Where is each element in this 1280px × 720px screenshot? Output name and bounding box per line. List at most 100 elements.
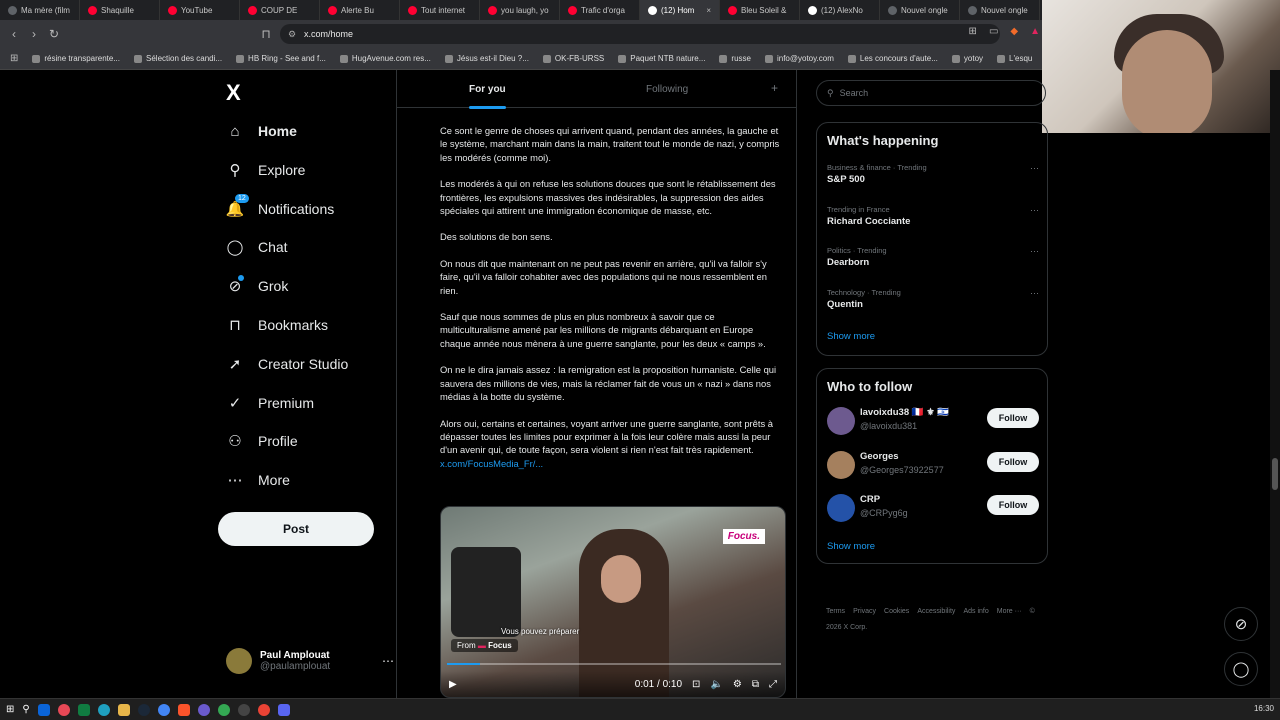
bookmark-item[interactable]: Jésus est-il Dieu ?... xyxy=(444,54,529,63)
messages-fab[interactable]: ◯ xyxy=(1224,652,1258,686)
trend-item[interactable]: Politics · Trending Dearborn ⋯ xyxy=(827,246,1039,268)
browser-tab[interactable]: Bleu Soleil & xyxy=(720,0,800,20)
x-logo-icon[interactable]: X xyxy=(226,80,241,106)
browser-tab[interactable]: (12) AlexNo xyxy=(800,0,880,20)
steam-icon[interactable] xyxy=(137,703,150,716)
follow-button[interactable]: Follow xyxy=(987,451,1039,472)
trend-more-icon[interactable]: ⋯ xyxy=(1030,246,1039,257)
chrome3-icon[interactable] xyxy=(257,703,270,716)
tab-following[interactable]: Following xyxy=(646,84,688,95)
follow-suggestion[interactable]: CRP @CRPyg6g Follow xyxy=(827,492,1039,524)
brave-shield-icon[interactable]: ◆ xyxy=(1010,26,1018,37)
trend-item[interactable]: Trending in France Richard Cocciante ⋯ xyxy=(827,205,1039,227)
follow-suggestion[interactable]: Georges @Georges73922577 Follow xyxy=(827,449,1039,481)
back-icon[interactable]: ‹ xyxy=(4,27,24,41)
site-info-icon[interactable]: ⚙ xyxy=(288,29,296,40)
nav-item-bookmarks[interactable]: ⊓ Bookmarks xyxy=(226,316,328,334)
settings-icon[interactable]: ⚙ xyxy=(733,679,742,690)
follow-show-more[interactable]: Show more xyxy=(827,541,875,552)
follow-name[interactable]: CRP xyxy=(860,494,880,505)
address-bar[interactable]: ⚙ x.com/home xyxy=(280,24,1000,44)
browser-tab[interactable]: Tout internet xyxy=(400,0,480,20)
play-icon[interactable]: ▶ xyxy=(449,679,457,690)
video-progress-bar[interactable] xyxy=(447,663,781,665)
reload-icon[interactable]: ↻ xyxy=(44,27,64,41)
search-input[interactable]: ⚲ Search xyxy=(816,80,1046,106)
app3-icon[interactable] xyxy=(237,703,250,716)
excel-icon[interactable] xyxy=(77,703,90,716)
bookmark-item[interactable]: info@yotoy.com xyxy=(764,54,834,63)
bookmark-item[interactable]: Sélection des candi... xyxy=(134,54,222,63)
footer-link[interactable]: Accessibility xyxy=(917,608,955,615)
browser-tab[interactable]: (12) Hom × xyxy=(640,0,720,20)
fullscreen-icon[interactable]: ⤢ xyxy=(769,679,777,690)
nav-item-explore[interactable]: ⚲ Explore xyxy=(226,161,306,179)
chrome2-icon[interactable] xyxy=(217,703,230,716)
follow-name[interactable]: Georges xyxy=(860,451,899,462)
browser-tab[interactable]: Ma mère (film xyxy=(0,0,80,20)
footer-link[interactable]: Terms xyxy=(826,608,845,615)
follow-suggestion[interactable]: lavoixdu38 🇫🇷 ⚜ 🇮🇱 @lavoixdu381 Follow xyxy=(827,405,1039,437)
add-tab-icon[interactable]: + xyxy=(771,81,778,95)
nav-item-creator-studio[interactable]: ➚ Creator Studio xyxy=(226,355,349,373)
follow-button[interactable]: Follow xyxy=(987,408,1039,428)
forward-icon[interactable]: › xyxy=(24,27,44,41)
app-icon[interactable] xyxy=(57,703,70,716)
trend-more-icon[interactable]: ⋯ xyxy=(1030,205,1039,216)
edge-icon[interactable] xyxy=(97,703,110,716)
scrollbar[interactable] xyxy=(1270,70,1280,698)
scrollbar-thumb[interactable] xyxy=(1272,458,1278,490)
browser-tab[interactable]: Nouvel ongle xyxy=(880,0,960,20)
follow-name[interactable]: lavoixdu38 🇫🇷 ⚜ 🇮🇱 xyxy=(860,407,949,418)
avatar[interactable] xyxy=(827,407,855,435)
post-video[interactable]: Focus. Vous pouvez préparer From ▬ Focus… xyxy=(440,506,786,698)
cast-icon[interactable]: ▭ xyxy=(989,26,998,37)
bookmark-item[interactable]: résine transparente... xyxy=(32,54,120,63)
account-switcher[interactable]: Paul Amplouat @paulamplouat ⋯ xyxy=(226,648,394,674)
folder-icon[interactable] xyxy=(117,703,130,716)
avatar[interactable] xyxy=(827,494,855,522)
bookmark-item[interactable]: yotoy xyxy=(951,54,983,63)
account-more-icon[interactable]: ⋯ xyxy=(382,654,394,668)
footer-link[interactable]: Cookies xyxy=(884,608,909,615)
footer-link[interactable]: Ads info xyxy=(963,608,988,615)
chrome-icon[interactable] xyxy=(157,703,170,716)
bookmark-item[interactable]: HugAvenue.com res... xyxy=(339,54,431,63)
follow-button[interactable]: Follow xyxy=(987,495,1039,515)
brave-icon[interactable] xyxy=(177,703,190,716)
nav-item-grok[interactable]: ⊘ Grok xyxy=(226,275,288,295)
discord-icon[interactable] xyxy=(277,703,290,716)
bookmark-item[interactable]: Paquet NTB nature... xyxy=(618,54,705,63)
grok-fab[interactable]: ⊘ xyxy=(1224,607,1258,641)
nav-item-premium[interactable]: ✓ Premium xyxy=(226,394,314,412)
browser-tab[interactable]: you laugh, yo xyxy=(480,0,560,20)
browser-tab[interactable]: Nouvel ongle xyxy=(960,0,1040,20)
pip-icon[interactable]: ⧉ xyxy=(752,679,759,690)
bookmark-item[interactable]: Les concours d'aute... xyxy=(847,54,938,63)
bookmark-item[interactable]: L'esqu xyxy=(997,54,1032,63)
trend-more-icon[interactable]: ⋯ xyxy=(1030,163,1039,174)
taskbar-search-icon[interactable]: ⚲ xyxy=(22,704,29,715)
volume-icon[interactable]: 🔈 xyxy=(710,679,722,690)
app2-icon[interactable] xyxy=(197,703,210,716)
browser-tab[interactable]: COUP DE xyxy=(240,0,320,20)
trend-item[interactable]: Business & finance · Trending S&P 500 ⋯ xyxy=(827,163,1039,185)
footer-link[interactable]: More ··· xyxy=(997,608,1022,615)
browser-tab[interactable]: Alerte Bu xyxy=(320,0,400,20)
close-tab-icon[interactable]: × xyxy=(706,6,711,15)
nav-item-more[interactable]: ⋯ More xyxy=(226,471,290,489)
post-link[interactable]: x.com/FocusMedia_Fr/... xyxy=(440,458,543,469)
windows-start-icon[interactable]: ⊞ xyxy=(6,704,14,715)
video-source[interactable]: From ▬ Focus xyxy=(451,639,518,652)
nav-item-home[interactable]: ⌂ Home xyxy=(226,122,296,140)
outlook-icon[interactable] xyxy=(37,703,50,716)
nav-item-notifications[interactable]: 🔔 12 Notifications xyxy=(226,193,334,218)
browser-tab[interactable]: Shaquille xyxy=(80,0,160,20)
trend-item[interactable]: Technology · Trending Quentin ⋯ xyxy=(827,288,1039,310)
translate-icon[interactable]: ⊞ xyxy=(969,26,977,37)
trends-show-more[interactable]: Show more xyxy=(827,331,875,342)
nav-item-chat[interactable]: ◯ Chat xyxy=(226,238,288,256)
avatar[interactable] xyxy=(827,450,855,479)
browser-tab[interactable]: Trafic d'orga xyxy=(560,0,640,20)
tab-for-you[interactable]: For you xyxy=(469,84,506,109)
